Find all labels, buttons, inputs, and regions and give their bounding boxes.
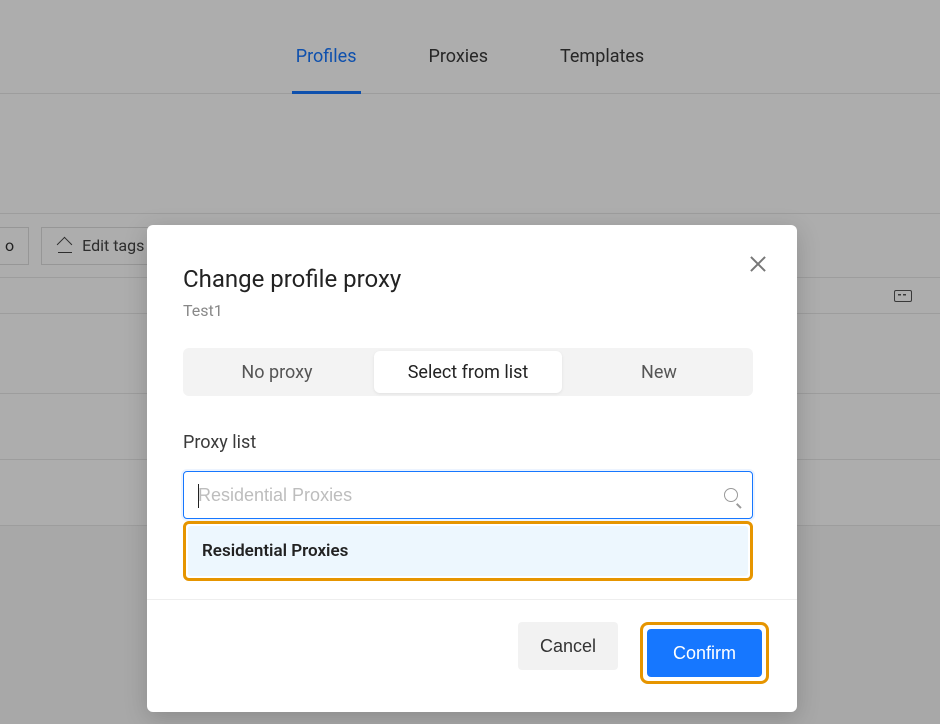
proxy-search-input[interactable] — [198, 485, 712, 506]
confirm-highlight: Confirm — [640, 622, 769, 684]
proxy-mode-segmented: No proxy Select from list New — [183, 348, 753, 396]
change-proxy-modal: Change profile proxy Test1 No proxy Sele… — [147, 225, 797, 712]
segment-no-proxy[interactable]: No proxy — [183, 348, 371, 396]
proxy-search-field[interactable] — [183, 471, 753, 519]
modal-subtitle: Test1 — [183, 301, 753, 320]
cancel-button[interactable]: Cancel — [518, 622, 618, 670]
proxy-option-residential[interactable]: Residential Proxies — [188, 526, 748, 576]
search-icon — [724, 488, 738, 502]
confirm-button[interactable]: Confirm — [647, 629, 762, 677]
modal-footer: Cancel Confirm — [147, 599, 797, 712]
modal-title: Change profile proxy — [183, 265, 753, 293]
proxy-list-label: Proxy list — [183, 432, 753, 453]
dropdown-highlight: Residential Proxies — [183, 521, 753, 581]
segment-select-from-list[interactable]: Select from list — [374, 351, 562, 393]
close-button[interactable] — [749, 255, 767, 273]
segment-new[interactable]: New — [565, 348, 753, 396]
